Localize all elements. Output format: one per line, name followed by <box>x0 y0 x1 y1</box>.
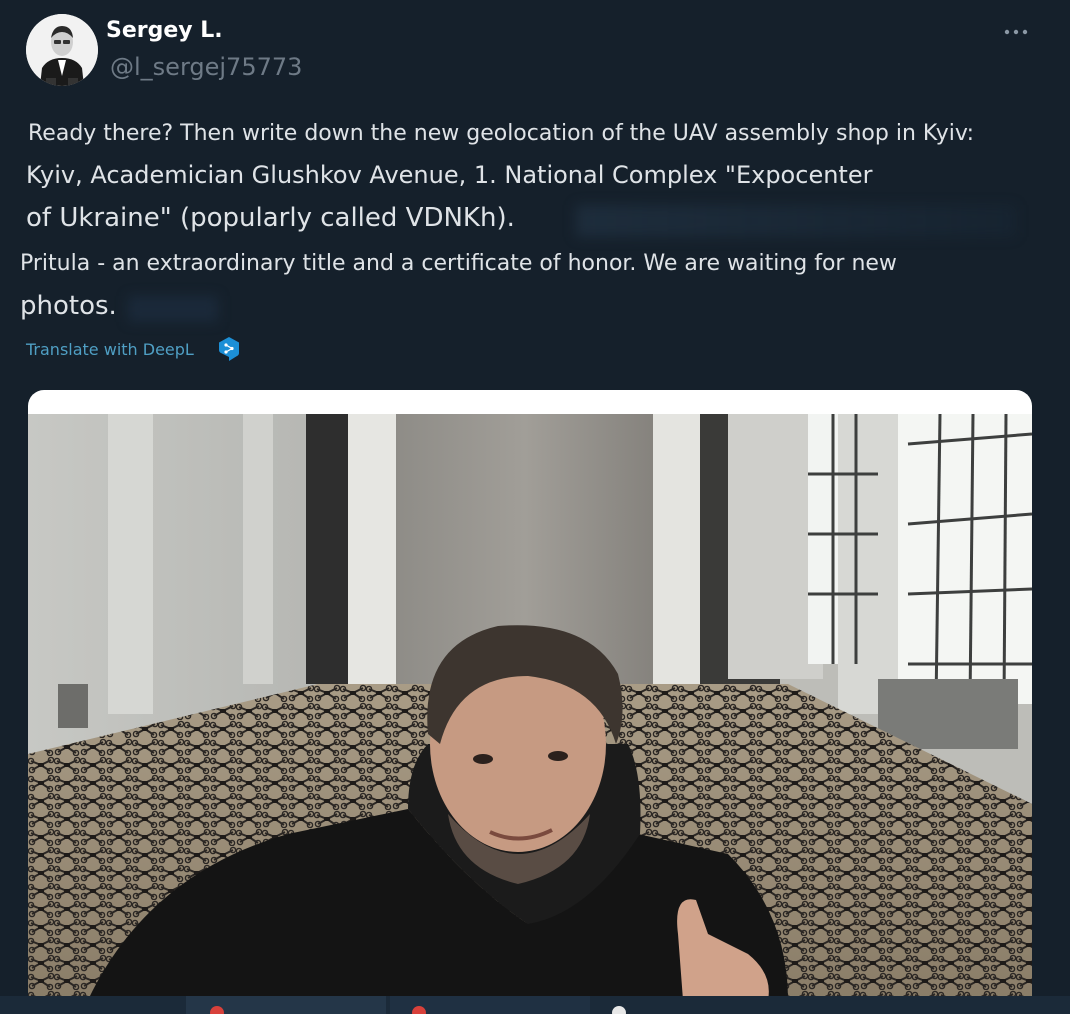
more-horizontal-icon <box>1004 29 1028 35</box>
tweet-text-line-5: photos. <box>20 291 117 321</box>
blurred-text-region <box>128 296 218 322</box>
translate-link[interactable]: Translate with DeepL <box>26 340 194 359</box>
more-options-button[interactable] <box>1000 20 1034 44</box>
tweet-media[interactable] <box>28 390 1032 1000</box>
tweet-card: Sergey L. @l_sergej75773 Ready there? Th… <box>0 0 1070 1014</box>
tweet-text-line-1: Ready there? Then write down the new geo… <box>28 121 975 146</box>
taskbar <box>0 996 1070 1014</box>
app-icon[interactable] <box>612 1006 626 1014</box>
app-icon[interactable] <box>412 1006 426 1014</box>
tweet-text-line-4: Pritula - an extraordinary title and a c… <box>20 251 897 276</box>
blurred-text-region <box>576 205 1016 237</box>
tweet-text-line-2: Kyiv, Academician Glushkov Avenue, 1. Na… <box>26 161 873 189</box>
app-icon[interactable] <box>210 1006 224 1014</box>
deepl-icon[interactable] <box>216 336 242 362</box>
tweet-photo <box>28 414 1032 1000</box>
avatar[interactable] <box>26 14 98 86</box>
user-handle[interactable]: @l_sergej75773 <box>110 53 302 81</box>
display-name[interactable]: Sergey L. <box>106 18 223 43</box>
translate-row: Translate with DeepL <box>26 336 242 362</box>
tweet-text-line-3: of Ukraine" (popularly called VDNKh). <box>26 203 515 233</box>
